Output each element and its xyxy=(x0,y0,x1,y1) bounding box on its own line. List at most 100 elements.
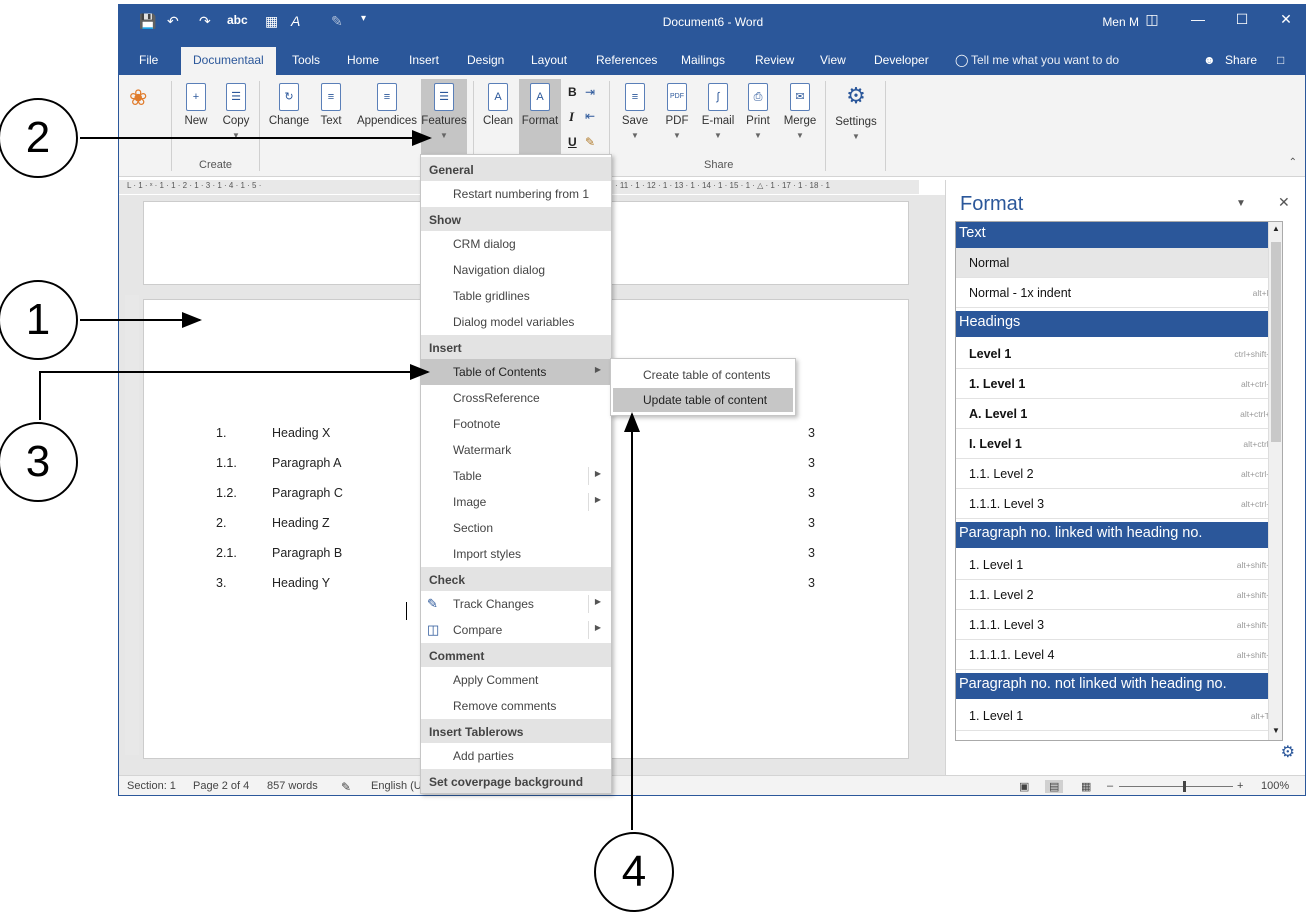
features-button[interactable]: ☰ Features ▼ xyxy=(421,79,467,159)
menu-item-navigation-dialog[interactable]: Navigation dialog xyxy=(421,257,611,283)
web-layout-icon[interactable]: ▦ xyxy=(1081,780,1091,793)
tab-view[interactable]: View xyxy=(820,53,846,67)
toc-entry[interactable]: Paragraph C xyxy=(272,486,343,500)
tab-home[interactable]: Home xyxy=(347,53,379,67)
style-a-level1[interactable]: A. Level 1 alt+ctrl+A xyxy=(956,399,1282,429)
vertical-ruler[interactable] xyxy=(125,295,139,755)
underline-button[interactable]: U xyxy=(568,135,577,149)
style-list-scrollbar[interactable]: ▲ ▼ xyxy=(1268,222,1282,740)
status-page[interactable]: Page 2 of 4 xyxy=(193,780,249,792)
print-button[interactable]: ⎙ Print ▼ xyxy=(743,83,773,140)
style-level3[interactable]: 1.1.1. Level 3 alt+ctrl+3 xyxy=(956,489,1282,519)
status-section[interactable]: Section: 1 xyxy=(127,780,176,792)
close-pane-icon[interactable]: ✕ xyxy=(1278,194,1290,211)
toc-entry[interactable]: Paragraph B xyxy=(272,546,342,560)
style-linked-level4[interactable]: 1.1.1.1. Level 4 alt+shift+4 xyxy=(956,640,1282,670)
zoom-slider-thumb[interactable] xyxy=(1183,781,1186,792)
bold-button[interactable]: B xyxy=(568,85,577,99)
change-button[interactable]: ↻ Change xyxy=(267,83,311,127)
pane-settings-gear-icon[interactable]: ⚙ xyxy=(1281,742,1295,762)
toc-entry[interactable]: Heading Y xyxy=(272,576,330,590)
tab-layout[interactable]: Layout xyxy=(531,53,567,67)
status-language[interactable]: English (U xyxy=(371,780,422,792)
menu-item-crm-dialog[interactable]: CRM dialog xyxy=(421,231,611,257)
indent-icon[interactable]: ⇥ xyxy=(585,85,595,99)
status-words[interactable]: 857 words xyxy=(267,780,318,792)
menu-item-apply-comment[interactable]: Apply Comment xyxy=(421,667,611,693)
toc-entry[interactable]: Heading Z xyxy=(272,516,330,530)
menu-item-watermark[interactable]: Watermark xyxy=(421,437,611,463)
tell-me-input[interactable]: Tell me what you want to do xyxy=(971,53,1119,67)
clean-button[interactable]: A Clean xyxy=(481,83,515,127)
ribbon-display-icon[interactable]: ◫ xyxy=(1137,11,1167,28)
text-button[interactable]: ≡ Text xyxy=(317,83,345,127)
appendices-button[interactable]: ≡ Appendices xyxy=(355,83,419,127)
save-button[interactable]: ≡ Save ▼ xyxy=(619,83,651,140)
tab-mailings[interactable]: Mailings xyxy=(681,53,725,67)
menu-item-section[interactable]: Section xyxy=(421,515,611,541)
pdf-button[interactable]: PDF PDF ▼ xyxy=(663,83,691,140)
tab-references[interactable]: References xyxy=(596,53,657,67)
outdent-icon[interactable]: ⇤ xyxy=(585,109,595,123)
submenu-item-create-toc[interactable]: Create table of contents xyxy=(613,363,793,387)
scrollbar-thumb[interactable] xyxy=(1271,242,1281,442)
collapse-ribbon-icon[interactable]: ⌃ xyxy=(1289,157,1297,168)
submenu-item-update-toc[interactable]: Update table of content xyxy=(613,388,793,412)
style-linked-level3[interactable]: 1.1.1. Level 3 alt+shift+3 xyxy=(956,610,1282,640)
menu-item-crossreference[interactable]: CrossReference xyxy=(421,385,611,411)
toc-entry[interactable]: Paragraph A xyxy=(272,456,342,470)
menu-item-import-styles[interactable]: Import styles xyxy=(421,541,611,567)
zoom-slider[interactable] xyxy=(1119,786,1233,787)
menu-item-remove-comments[interactable]: Remove comments xyxy=(421,693,611,719)
menu-item-image[interactable]: Image ▶ xyxy=(421,489,611,515)
style-notlinked-level1[interactable]: 1. Level 1 alt+T,1 xyxy=(956,701,1282,731)
style-level2[interactable]: 1.1. Level 2 alt+ctrl+2 xyxy=(956,459,1282,489)
style-normal-indent[interactable]: Normal - 1x indent alt+I,1 xyxy=(956,278,1282,308)
menu-item-add-parties[interactable]: Add parties xyxy=(421,743,611,769)
style-linked-level2[interactable]: 1.1. Level 2 alt+shift+2 xyxy=(956,580,1282,610)
tab-documentaal[interactable]: Documentaal xyxy=(181,47,276,75)
email-button[interactable]: ∫ E-mail ▼ xyxy=(699,83,737,140)
comments-icon[interactable]: □ xyxy=(1277,53,1284,67)
merge-button[interactable]: ✉ Merge ▼ xyxy=(781,83,819,140)
scroll-up-icon[interactable]: ▲ xyxy=(1272,224,1280,233)
menu-item-dialog-variables[interactable]: Dialog model variables xyxy=(421,309,611,335)
print-layout-icon[interactable]: ▤ xyxy=(1045,780,1064,793)
style-level1[interactable]: Level 1 ctrl+shift+1 xyxy=(956,339,1282,369)
pane-options-icon[interactable]: ▼ xyxy=(1236,198,1246,209)
tab-design[interactable]: Design xyxy=(467,53,504,67)
zoom-out-icon[interactable]: – xyxy=(1107,780,1113,792)
menu-item-footnote[interactable]: Footnote xyxy=(421,411,611,437)
copy-button[interactable]: ☰ Copy ▼ xyxy=(219,83,253,140)
toc-entry[interactable]: Heading X xyxy=(272,426,330,440)
menu-item-compare[interactable]: ◫ Compare ▶ xyxy=(421,617,611,643)
style-linked-level1[interactable]: 1. Level 1 alt+shift+1 xyxy=(956,550,1282,580)
style-num-level1[interactable]: 1. Level 1 alt+ctrl+1 xyxy=(956,369,1282,399)
share-button[interactable]: Share xyxy=(1225,53,1257,67)
menu-item-restart-numbering[interactable]: Restart numbering from 1 xyxy=(421,181,611,207)
menu-item-track-changes[interactable]: ✎ Track Changes ▶ xyxy=(421,591,611,617)
user-name[interactable]: Men M xyxy=(1102,15,1139,29)
zoom-level[interactable]: 100% xyxy=(1261,780,1289,792)
scroll-down-icon[interactable]: ▼ xyxy=(1272,726,1280,735)
menu-item-table[interactable]: Table ▶ xyxy=(421,463,611,489)
zoom-in-icon[interactable]: + xyxy=(1237,780,1243,792)
proofing-icon[interactable]: ✎ xyxy=(341,780,351,794)
paintbrush-icon[interactable]: ✎ xyxy=(585,135,595,149)
style-i-level1[interactable]: I. Level 1 alt+ctrl+I xyxy=(956,429,1282,459)
tab-developer[interactable]: Developer xyxy=(874,53,929,67)
format-button[interactable]: A Format xyxy=(519,79,561,159)
minimize-icon[interactable]: — xyxy=(1183,11,1213,27)
share-icon[interactable]: ☻ xyxy=(1203,53,1216,67)
style-normal[interactable]: Normal xyxy=(956,248,1282,278)
tab-review[interactable]: Review xyxy=(755,53,794,67)
menu-item-table-of-contents[interactable]: Table of Contents ▶ xyxy=(421,359,611,385)
settings-button[interactable]: ⚙ Settings ▼ xyxy=(831,83,881,141)
tab-tools[interactable]: Tools xyxy=(292,53,320,67)
menu-item-table-gridlines[interactable]: Table gridlines xyxy=(421,283,611,309)
menu-item-coverpage-background[interactable]: Set coverpage background xyxy=(421,769,611,793)
new-button[interactable]: + New xyxy=(181,83,211,127)
maximize-icon[interactable]: ☐ xyxy=(1227,11,1257,28)
read-mode-icon[interactable]: ▣ xyxy=(1019,780,1029,793)
close-icon[interactable]: ✕ xyxy=(1271,11,1301,28)
